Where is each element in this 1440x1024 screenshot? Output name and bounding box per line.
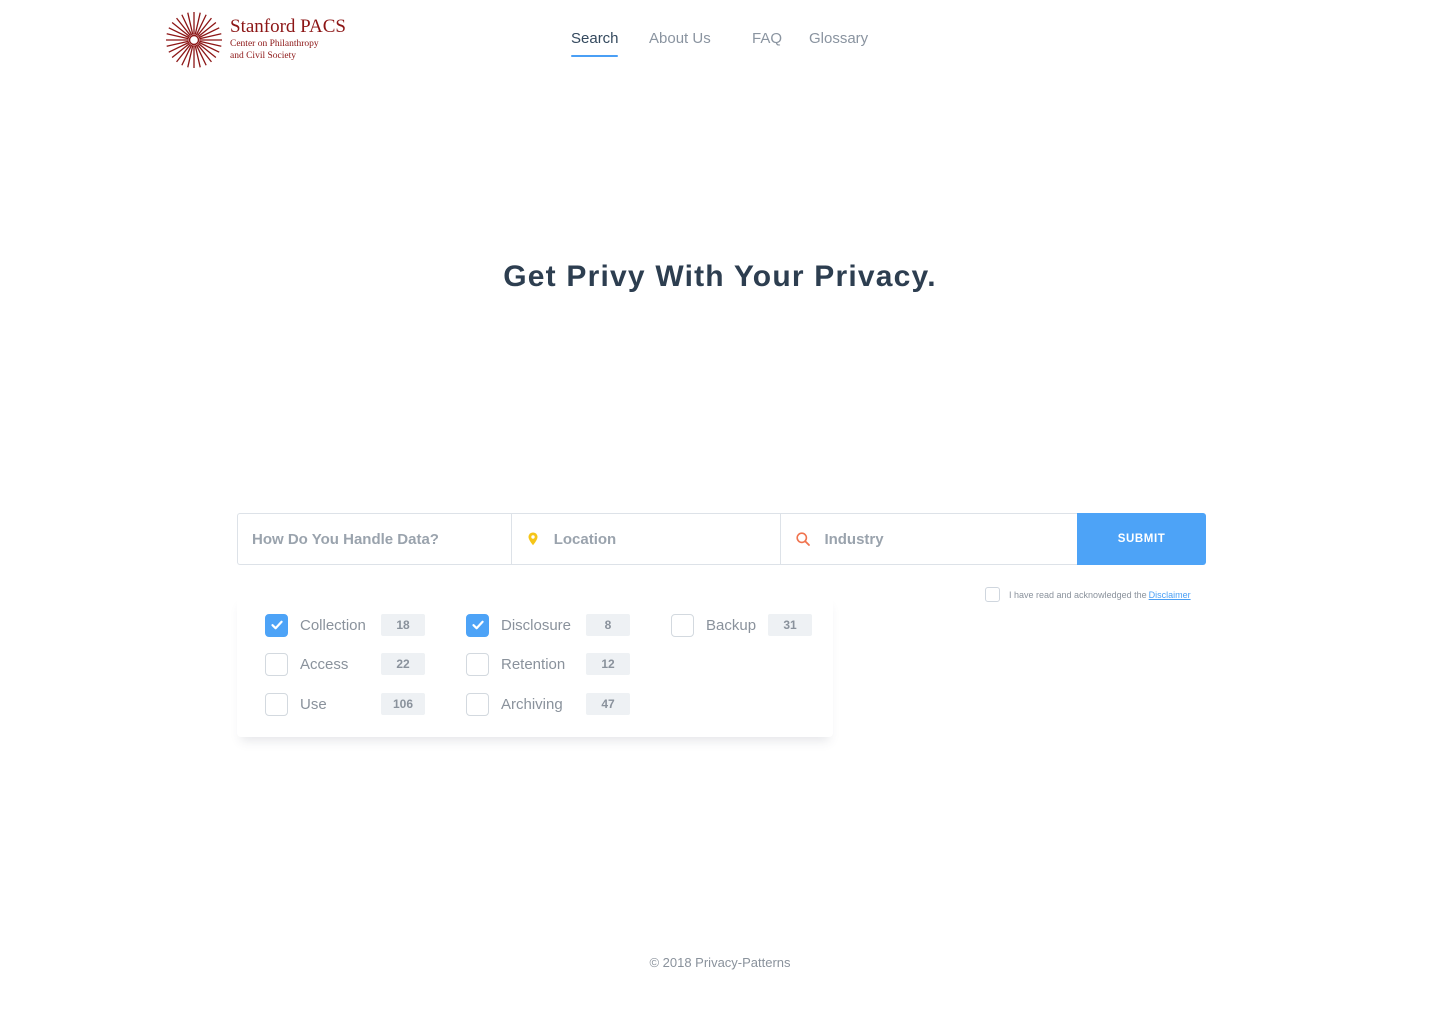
option-count-badge: 106 [381,693,425,715]
option-archiving[interactable]: Archiving 47 [466,692,630,716]
logo-subtitle-line1: Center on Philanthropy [230,39,319,49]
checkmark-icon [471,620,484,630]
map-pin-icon [525,531,541,547]
disclaimer-link[interactable]: Disclaimer [1149,590,1191,600]
option-use[interactable]: Use 106 [265,692,425,716]
disclaimer-checkbox[interactable] [985,587,1000,602]
logo-title: Stanford PACS [230,16,346,37]
option-backup[interactable]: Backup 31 [671,613,812,637]
location-input[interactable]: Location [510,513,781,565]
option-count-badge: 8 [586,614,630,636]
search-icon [795,531,811,547]
use-checkbox[interactable] [265,692,288,716]
logo-subtitle-line2: and Civil Society [230,50,296,61]
search-bar: How Do You Handle Data? Location Industr… [237,513,1206,565]
footer-copyright: © 2018 Privacy-Patterns [649,955,791,970]
data-handling-placeholder: How Do You Handle Data? [252,530,439,548]
nav-search[interactable]: Search [571,30,619,48]
option-label: Use [300,695,327,713]
option-count-badge: 12 [586,653,630,675]
option-access[interactable]: Access 22 [265,652,425,676]
disclaimer-text: I have read and acknowledged the [1009,589,1147,600]
disclaimer-row: I have read and acknowledged the Disclai… [985,587,1191,602]
backup-checkbox[interactable] [671,613,694,637]
option-count-badge: 18 [381,614,425,636]
logo-text: Stanford PACS Center on Philanthropy and… [230,17,346,62]
option-label: Access [300,655,349,673]
checkmark-icon [270,620,283,630]
option-label: Collection [300,616,366,634]
option-disclosure[interactable]: Disclosure 8 [466,613,630,637]
data-handling-input[interactable]: How Do You Handle Data? [237,513,511,565]
submit-button[interactable]: SUBMIT [1077,513,1206,565]
access-checkbox[interactable] [265,652,288,676]
retention-checkbox[interactable] [466,652,489,676]
option-collection[interactable]: Collection 18 [265,613,425,637]
option-label: Archiving [501,695,563,713]
nav-about-us[interactable]: About Us [649,30,711,48]
industry-placeholder: Industry [824,530,884,548]
sunburst-logo-icon [166,12,222,68]
nav-active-indicator [571,55,618,57]
option-count-badge: 47 [586,693,630,715]
hero-title: Get Privy With Your Privacy. [503,260,937,293]
location-placeholder: Location [553,530,617,548]
disclosure-checkbox[interactable] [466,613,489,637]
nav-faq[interactable]: FAQ [752,30,782,48]
option-count-badge: 22 [381,653,425,675]
option-label: Disclosure [501,616,572,634]
option-label: Retention [501,655,566,673]
industry-input[interactable]: Industry [780,513,1078,565]
filter-options-panel: Collection 18 Access 22 Use 106 Disclosu… [237,595,833,737]
option-count-badge: 31 [768,614,812,636]
nav-glossary[interactable]: Glossary [809,30,868,48]
option-retention[interactable]: Retention 12 [466,652,630,676]
archiving-checkbox[interactable] [466,692,489,716]
stanford-pacs-logo[interactable]: Stanford PACS Center on Philanthropy and… [165,11,346,69]
collection-checkbox[interactable] [265,613,288,637]
